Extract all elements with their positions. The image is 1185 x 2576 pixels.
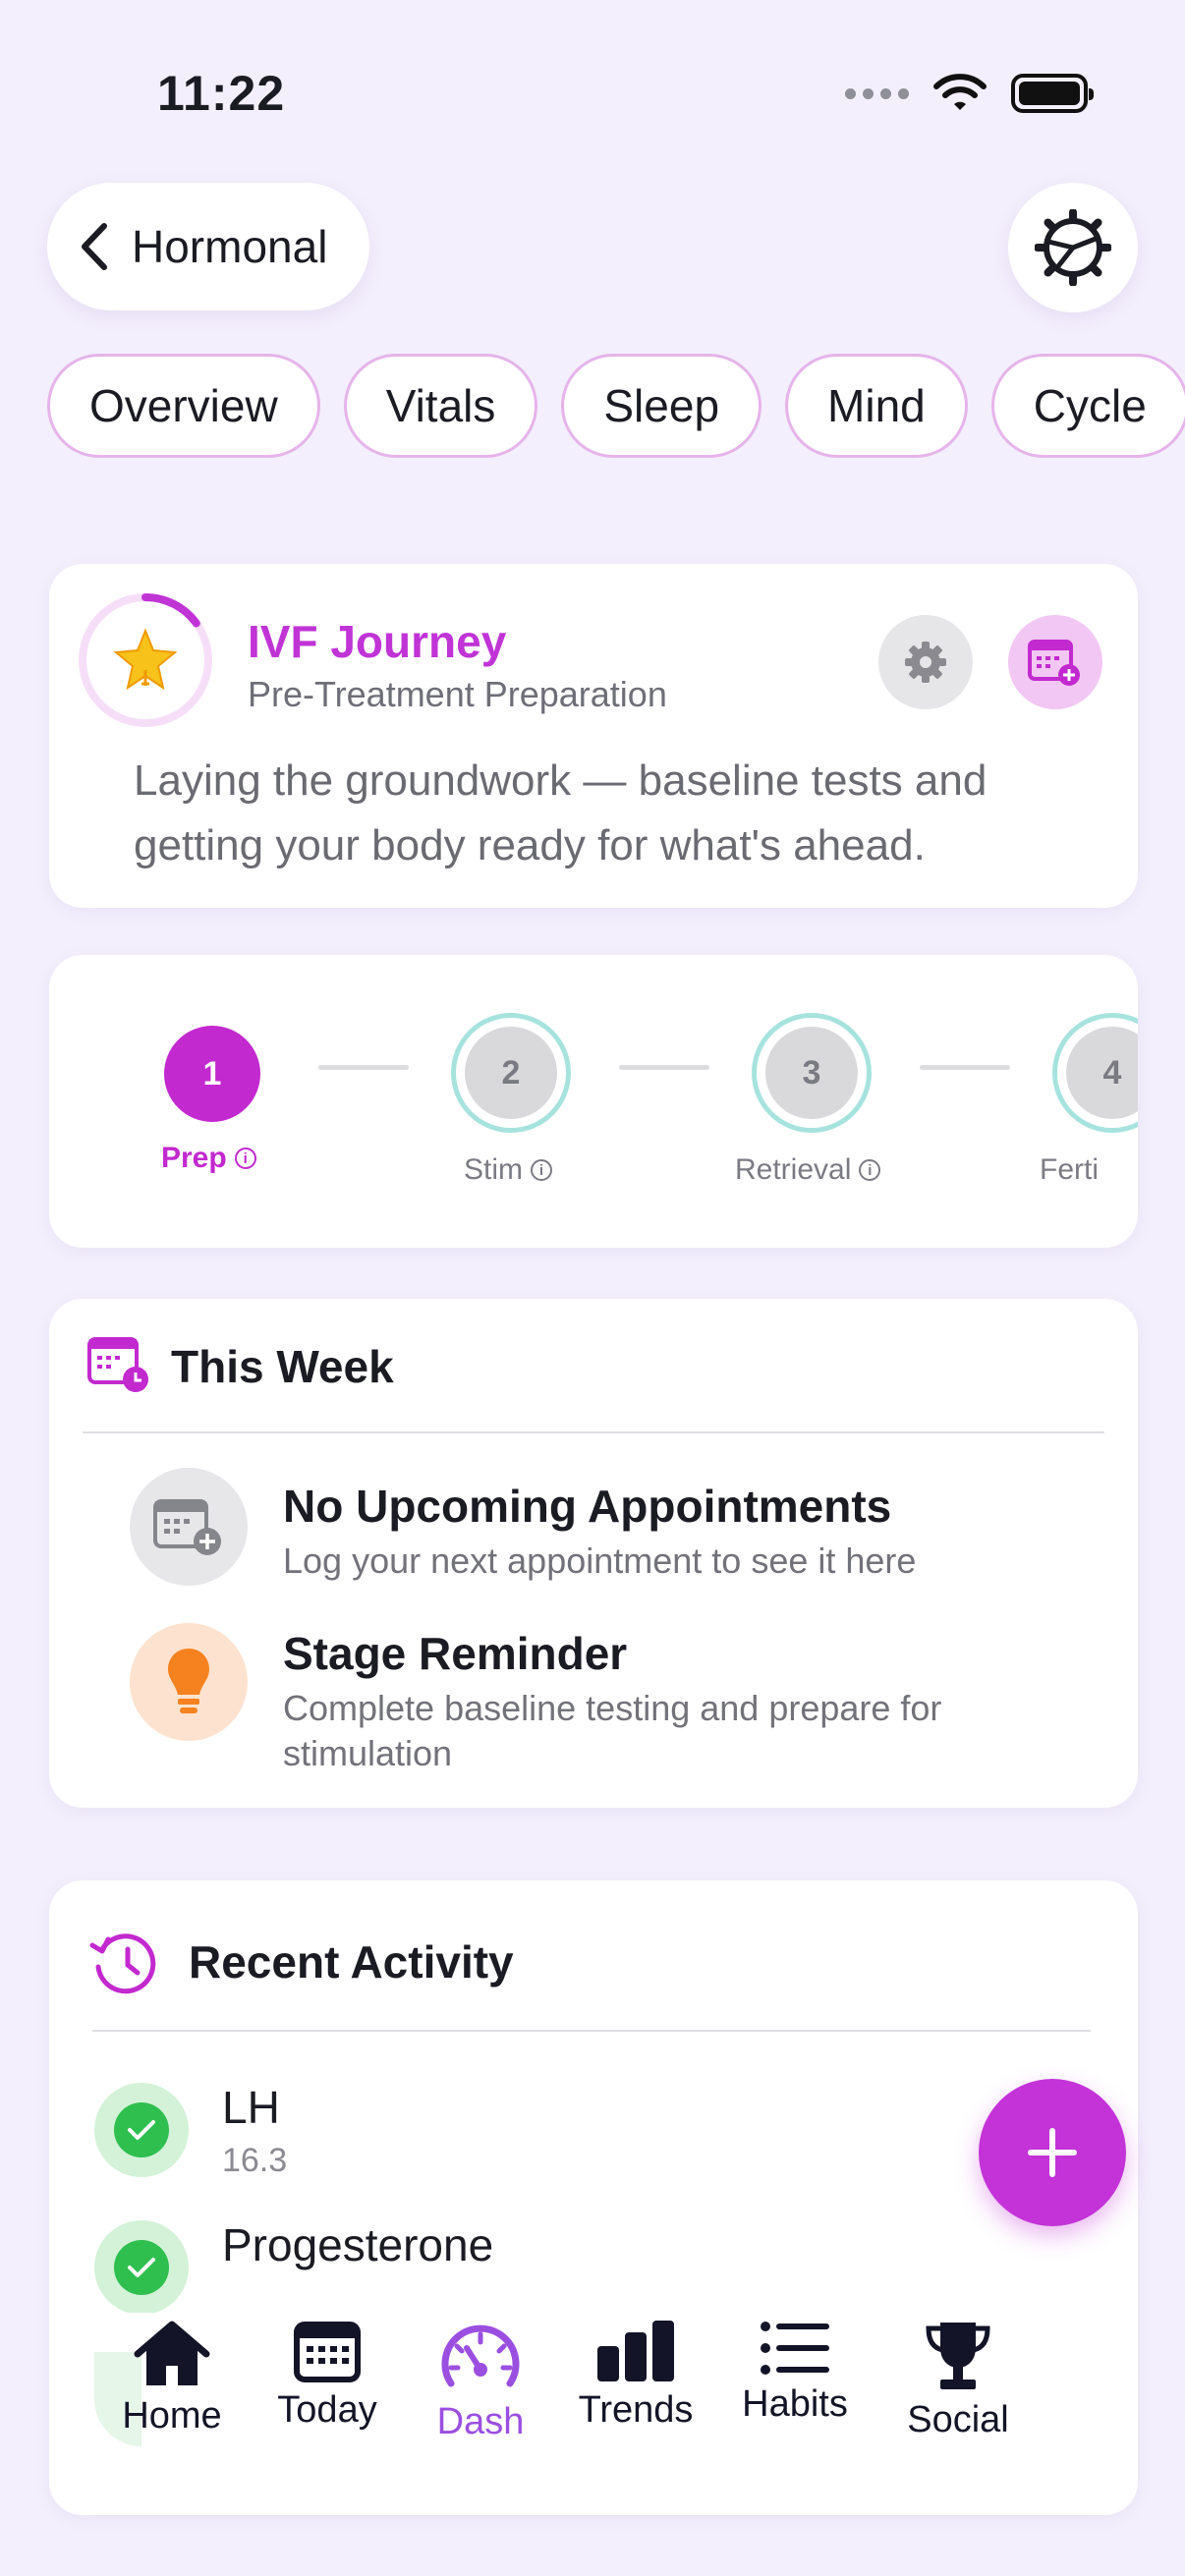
nav-home[interactable]: Home <box>98 2319 246 2437</box>
tab-overview[interactable]: Overview <box>47 354 320 458</box>
nav-label: Habits <box>742 2383 848 2425</box>
gear-icon <box>1035 209 1111 286</box>
calendar-clock-icon <box>87 1337 148 1392</box>
tab-sleep[interactable]: Sleep <box>561 354 762 458</box>
stage-connector <box>920 1065 1010 1070</box>
stage-retrieval-label[interactable]: Retrieval i <box>735 1153 881 1187</box>
lightbulb-icon <box>168 1649 209 1713</box>
bottom-nav: Home Today Dash Trends Habits Social <box>98 2319 1061 2476</box>
activity-name: LH <box>222 2082 280 2133</box>
tab-mind[interactable]: Mind <box>785 354 968 458</box>
history-icon <box>89 1933 156 1994</box>
completed-icon-circle <box>94 2083 189 2177</box>
journey-settings-button[interactable] <box>878 615 973 709</box>
calendar-icon <box>294 2322 361 2382</box>
nav-dash[interactable]: Dash <box>407 2319 554 2443</box>
reminder-icon-circle <box>130 1623 248 1741</box>
stage-number: 2 <box>465 1027 557 1119</box>
back-label: Hormonal <box>132 221 328 272</box>
stage-label-text: Retrieval <box>735 1153 852 1186</box>
stage-prep-circle[interactable]: 1 <box>164 1026 260 1122</box>
journey-description: Laying the groundwork — baseline tests a… <box>134 756 988 869</box>
home-icon <box>134 2321 210 2385</box>
stage-retrieval-circle[interactable]: 3 <box>752 1013 872 1133</box>
calendar-plus-icon <box>153 1499 221 1555</box>
status-time: 11:22 <box>157 66 286 121</box>
journey-card[interactable]: IVF Journey Pre-Treatment Preparation La… <box>49 564 1138 908</box>
chevron-left-icon <box>82 223 107 270</box>
nav-label: Trends <box>578 2389 694 2431</box>
bar-chart-icon <box>597 2321 674 2381</box>
calendar-plus-icon <box>1028 640 1080 686</box>
stage-prep-label[interactable]: Prep i <box>161 1142 256 1175</box>
stage-label-text: Stim <box>464 1153 523 1186</box>
stage-stim-label[interactable]: Stim i <box>464 1153 552 1187</box>
trophy-icon <box>926 2323 990 2389</box>
stage-reminder-subtitle: Complete baseline testing and prepare fo… <box>283 1688 942 1773</box>
checkmark-icon <box>128 2258 155 2277</box>
add-appointment-button[interactable] <box>1008 615 1102 709</box>
stage-fertilization-label[interactable]: Ferti <box>1040 1153 1138 1187</box>
gear-icon <box>905 642 946 683</box>
tab-cycle[interactable]: Cycle <box>990 354 1185 458</box>
gauge-icon <box>441 2324 520 2387</box>
this-week-card: This Week No Upcoming Appointments Log y… <box>49 1299 1138 1808</box>
no-appointments-title: No Upcoming Appointments <box>283 1481 892 1532</box>
checkmark-icon <box>128 2120 155 2140</box>
appointment-icon-circle <box>130 1468 248 1586</box>
signal-dots-icon <box>845 87 909 99</box>
list-icon <box>761 2322 829 2375</box>
category-tabs: Overview Vitals Sleep Mind Cycle <box>47 354 1185 458</box>
stage-stim-circle[interactable]: 2 <box>451 1013 571 1133</box>
add-button[interactable] <box>979 2079 1126 2226</box>
settings-button[interactable] <box>1008 183 1138 312</box>
nav-label: Home <box>122 2395 222 2436</box>
status-icons <box>845 73 1094 114</box>
no-appointments-subtitle: Log your next appointment to see it here <box>283 1540 917 1581</box>
info-icon[interactable]: i <box>234 1148 256 1169</box>
info-icon[interactable]: i <box>859 1159 881 1181</box>
completed-icon-circle <box>94 2220 189 2315</box>
nav-label: Social <box>907 2399 1009 2440</box>
nav-trends[interactable]: Trends <box>562 2319 709 2432</box>
activity-name: Progesterone <box>222 2219 494 2270</box>
nav-label: Dash <box>436 2401 525 2442</box>
nav-today[interactable]: Today <box>254 2319 401 2432</box>
stage-fertilization-clip: 4 <box>1052 1013 1138 1141</box>
stage-number: 4 <box>1066 1027 1138 1119</box>
this-week-title: This Week <box>171 1341 394 1392</box>
back-button[interactable]: Hormonal <box>47 183 369 310</box>
plus-icon <box>1028 2128 1077 2177</box>
wifi-icon <box>933 74 987 110</box>
nav-label: Today <box>277 2389 377 2431</box>
stage-label-text: Ferti <box>1040 1153 1099 1186</box>
recent-activity-title: Recent Activity <box>189 1936 514 1988</box>
divider <box>92 2030 1091 2032</box>
stage-label-text: Prep <box>161 1142 227 1174</box>
journey-title: IVF Journey <box>248 616 507 667</box>
journey-subtitle: Pre-Treatment Preparation <box>248 674 667 714</box>
stage-fertilization-circle[interactable]: 4 <box>1052 1013 1138 1133</box>
nav-habits[interactable]: Habits <box>721 2319 869 2426</box>
battery-icon <box>1011 74 1094 113</box>
stages-card: 1 Prep i 2 Stim i 3 Retrieval i 4 Ferti <box>49 955 1138 1248</box>
stage-connector <box>619 1065 709 1070</box>
stage-connector <box>318 1065 409 1070</box>
star-icon <box>113 628 178 691</box>
stage-number: 3 <box>765 1027 858 1119</box>
nav-social[interactable]: Social <box>884 2319 1032 2441</box>
info-icon[interactable]: i <box>531 1159 552 1181</box>
activity-value: 16.3 <box>222 2142 288 2179</box>
divider <box>83 1431 1104 1433</box>
tab-vitals[interactable]: Vitals <box>343 354 538 458</box>
stage-reminder-title: Stage Reminder <box>283 1628 628 1679</box>
